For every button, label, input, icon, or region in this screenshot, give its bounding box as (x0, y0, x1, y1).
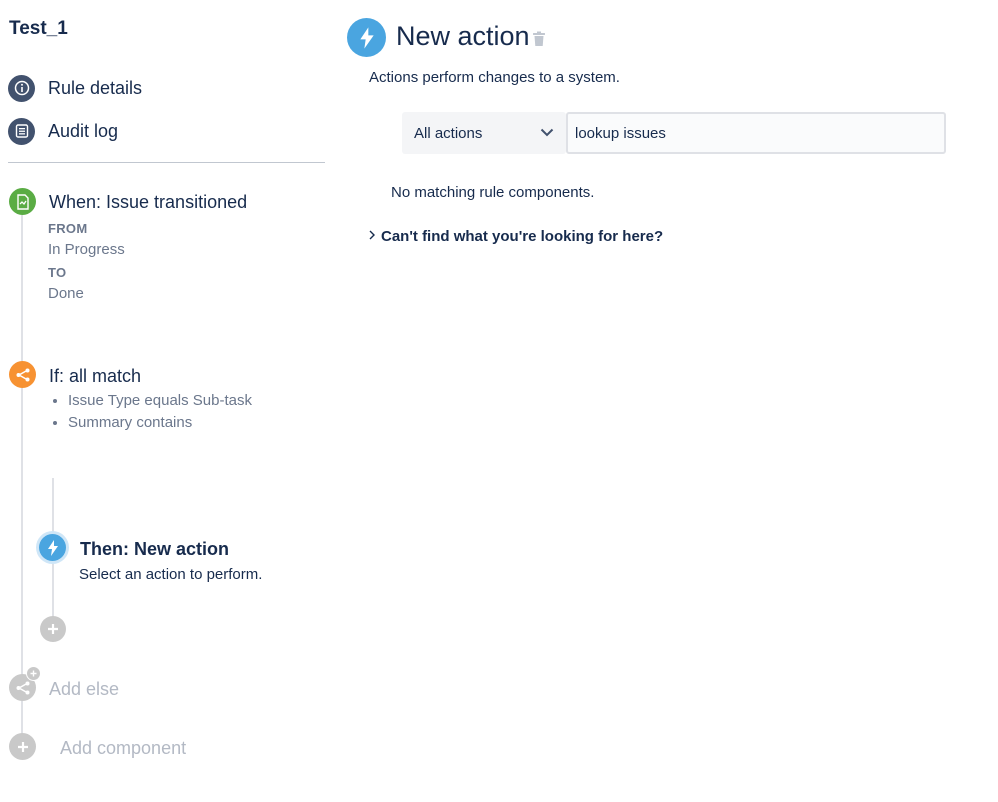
nav-audit-log[interactable]: Audit log (8, 117, 118, 145)
trash-icon[interactable] (532, 31, 546, 52)
nav-rule-details[interactable]: Rule details (8, 74, 142, 102)
condition-item: Summary contains (68, 412, 252, 434)
condition-title[interactable]: If: all match (49, 366, 141, 387)
help-toggle[interactable]: Can't find what you're looking for here? (369, 227, 663, 245)
action-filter-select[interactable]: All actions (402, 112, 566, 154)
nav-audit-log-label: Audit log (48, 120, 119, 141)
chevron-right-icon (369, 227, 375, 245)
add-else-label[interactable]: Add else (49, 679, 119, 700)
add-step-button[interactable] (40, 616, 66, 642)
trigger-to-value: Done (48, 285, 84, 302)
branch-icon (9, 361, 36, 388)
add-component-label[interactable]: Add component (60, 738, 186, 759)
trigger-title[interactable]: When: Issue transitioned (49, 192, 247, 213)
plus-icon (48, 624, 58, 634)
search-input[interactable] (566, 112, 946, 154)
flow-connector-main (21, 215, 23, 735)
empty-message: No matching rule components. (391, 184, 595, 201)
lightning-icon (39, 534, 66, 561)
nav-rule-details-label: Rule details (48, 77, 143, 98)
condition-item: Issue Type equals Sub-task (68, 390, 252, 412)
plus-badge-icon (26, 666, 41, 681)
trigger-from-label: FROM (48, 221, 88, 236)
add-component-button[interactable] (9, 733, 36, 760)
page-title: New action (396, 21, 530, 51)
trigger-to-label: TO (48, 265, 67, 280)
action-filter-value: All actions (414, 124, 483, 142)
help-toggle-label: Can't find what you're looking for here? (381, 227, 664, 245)
lightning-icon (347, 18, 386, 57)
trigger-from-value: In Progress (48, 241, 125, 258)
action-title[interactable]: Then: New action (80, 539, 229, 560)
branch-icon (16, 681, 29, 694)
rule-title: Test_1 (9, 18, 68, 39)
sidebar-divider (8, 162, 325, 163)
chevron-down-icon (540, 124, 554, 142)
trigger-icon (9, 188, 36, 215)
action-description: Select an action to perform. (79, 566, 263, 583)
list-icon (8, 117, 35, 145)
plus-icon (17, 741, 28, 752)
page-description: Actions perform changes to a system. (369, 69, 620, 86)
info-icon (8, 74, 35, 102)
condition-list: Issue Type equals Sub-task Summary conta… (48, 390, 252, 434)
